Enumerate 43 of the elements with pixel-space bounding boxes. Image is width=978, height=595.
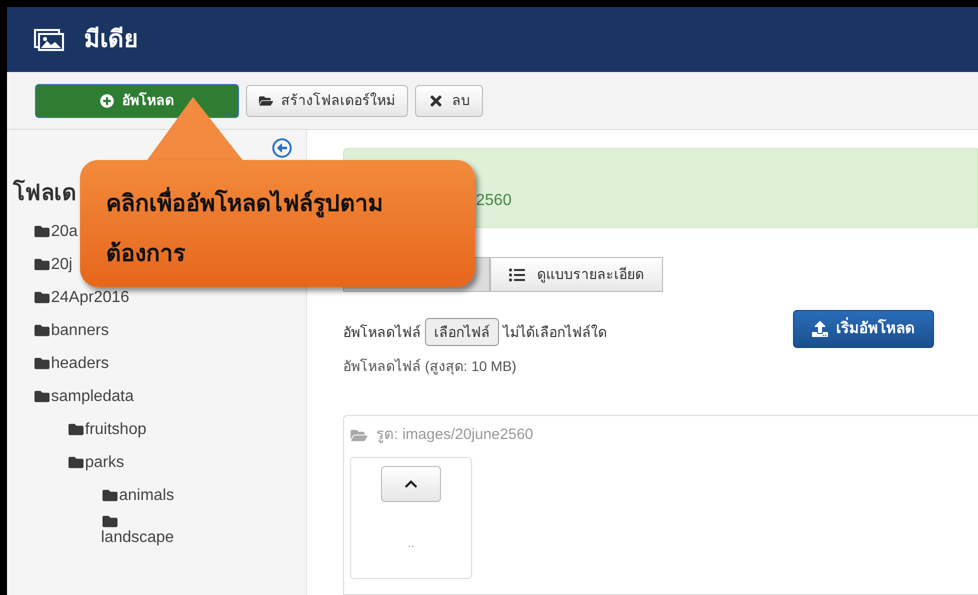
callout-text: คลิกเพื่ออัพโหลดไฟล์รูปตาม ต้องการ [106,178,455,278]
collapse-icon[interactable] [272,138,292,158]
start-upload-button[interactable]: เริ่มอัพโหลด [793,310,934,348]
folder-icon [350,428,368,443]
upload-icon [812,321,828,337]
folder-icon [33,356,51,371]
folder-icon [101,488,119,503]
page-title: มีเดีย [84,24,138,54]
folder-icon [33,389,51,404]
sidebar-heading: โฟลเด [13,178,76,207]
folder-item[interactable]: banners [51,322,109,340]
view-tab[interactable]: ดูแบบรายละเอียด [490,257,663,292]
upload-limit-text: อัพโหลดไฟล์ (สูงสุด: 10 MB) [343,357,518,377]
folder-icon [67,422,85,437]
image-icon [34,28,64,50]
delete-button[interactable]: ลบ [415,84,483,116]
folder-item[interactable]: sampledata [51,388,134,406]
folder-item[interactable]: parks [85,454,124,472]
folder-icon [259,94,273,108]
folder-item[interactable]: 24Apr2016 [51,288,130,306]
folder-item[interactable]: animals [119,486,174,504]
folder-icon [33,323,51,338]
folder-item[interactable]: landscape [101,529,174,547]
parent-folder-label: .. [408,534,414,552]
alert-text: 2560 [476,191,512,211]
no-file-text: ไม่ได้เลือกไฟล์ใด [503,322,607,342]
folder-icon [67,455,85,470]
folder-item[interactable]: fruitshop [85,420,146,438]
list-icon [509,266,525,282]
plus-icon [100,94,114,108]
folder-icon [101,514,119,529]
folder-icon [33,290,51,305]
upload-label: อัพโหลดไฟล์ [343,322,421,342]
upload-button[interactable]: อัพโหลด [35,84,239,118]
folder-item[interactable]: 20j [51,256,72,274]
folder-item[interactable]: 20a [51,222,78,240]
folder-icon [33,257,51,272]
path-text: รูต: images/20june2560 [376,425,534,445]
choose-file-button[interactable]: เลือกไฟล์ [425,318,499,346]
folder-icon [33,224,51,239]
folder-item[interactable]: headers [51,354,109,372]
close-icon [428,92,444,108]
new-folder-button[interactable]: สร้างโฟลเดอร์ใหม่ [246,84,408,116]
